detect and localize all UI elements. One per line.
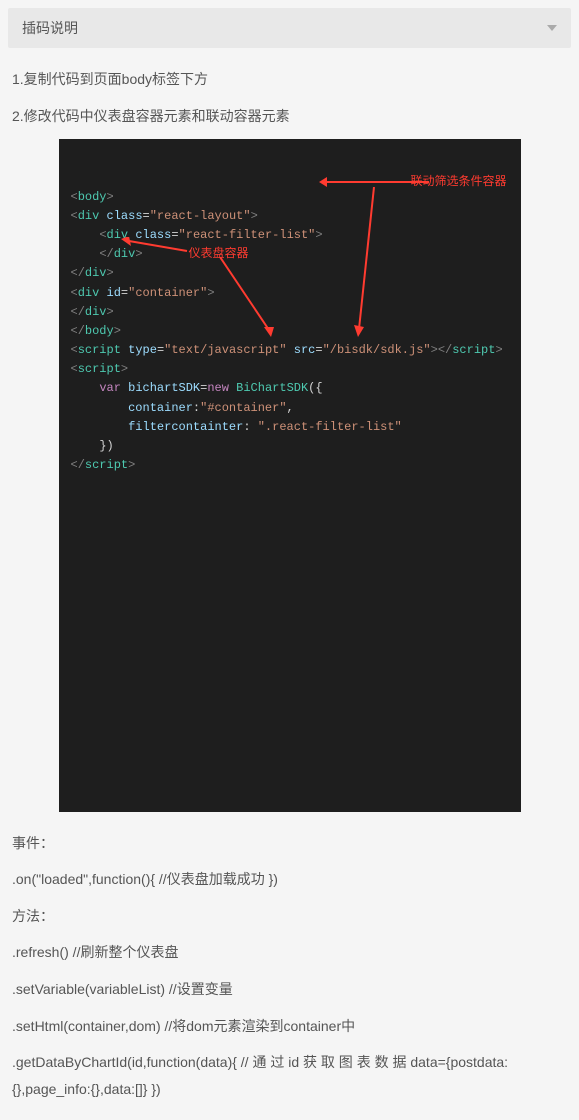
annotation-filter-container: 联动筛选条件容器 xyxy=(410,172,506,191)
code-line: container:"#container", xyxy=(71,399,509,418)
code-line: </body> xyxy=(71,322,509,341)
methods-label: 方法： xyxy=(12,903,567,930)
code-example-figure: <body><div class="react-layout"> <div cl… xyxy=(59,139,521,811)
code-line: <script> xyxy=(71,360,509,379)
code-line: var bichartSDK=new BiChartSDK({ xyxy=(71,379,509,398)
instruction-step-2: 2.修改代码中仪表盘容器元素和联动容器元素 xyxy=(12,103,567,130)
api-sethtml: .setHtml(container,dom) //将dom元素渲染到conta… xyxy=(12,1013,567,1040)
code-line: </div> xyxy=(71,303,509,322)
code-line: <script type="text/javascript" src="/bis… xyxy=(71,341,509,360)
code-line: <div class="react-layout"> xyxy=(71,207,509,226)
annotation-dashboard-container: 仪表盘容器 xyxy=(189,244,249,263)
api-refresh: .refresh() //刷新整个仪表盘 xyxy=(12,939,567,966)
code-line: <div class="react-filter-list"> xyxy=(71,226,509,245)
panel-title: 插码说明 xyxy=(22,18,78,38)
code-line: }) xyxy=(71,437,509,456)
api-on-loaded: .on("loaded",function(){ //仪表盘加载成功 }) xyxy=(12,866,567,893)
panel-body: 1.复制代码到页面body标签下方 2.修改代码中仪表盘容器元素和联动容器元素 … xyxy=(8,66,571,1102)
events-label: 事件： xyxy=(12,830,567,857)
api-setvariable: .setVariable(variableList) //设置变量 xyxy=(12,976,567,1003)
code-line: </div> xyxy=(71,264,509,283)
code-line: </script> xyxy=(71,456,509,475)
instruction-step-1: 1.复制代码到页面body标签下方 xyxy=(12,66,567,93)
code-line: filtercontainter: ".react-filter-list" xyxy=(71,418,509,437)
api-getdatabychartid: .getDataByChartId(id,function(data){ // … xyxy=(12,1049,567,1102)
panel-header[interactable]: 插码说明 xyxy=(8,8,571,48)
chevron-down-icon xyxy=(547,25,557,31)
code-line: <div id="container"> xyxy=(71,284,509,303)
code-line: </div> xyxy=(71,245,509,264)
